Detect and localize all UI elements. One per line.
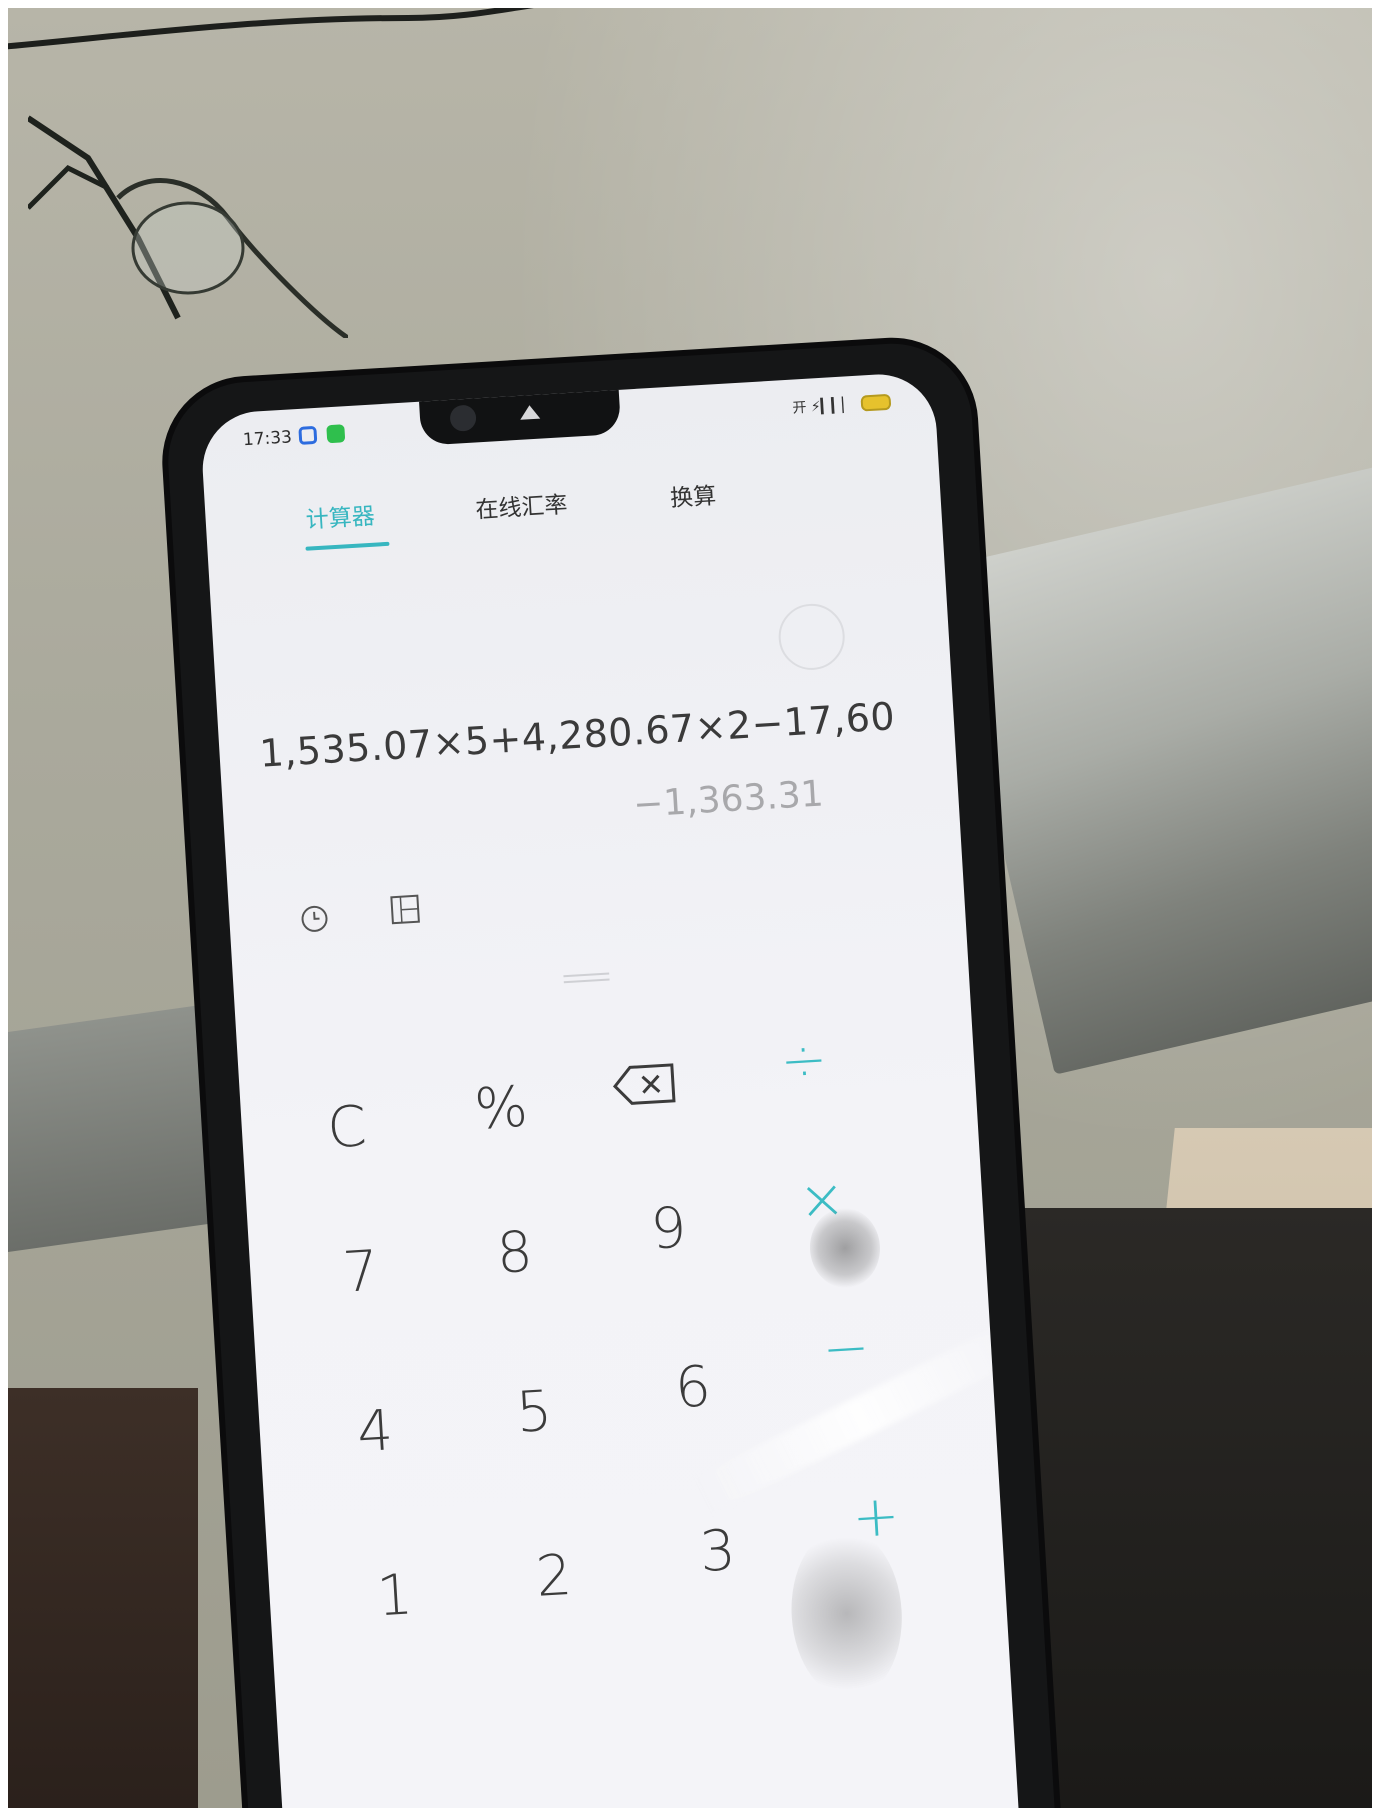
digit-2-button[interactable]: 2 <box>491 1522 617 1629</box>
signal-icon: 开 ⚡▎▎▏ <box>792 397 854 417</box>
expression-display: 1,535.07×5+4,280.67×2−17,60 <box>258 694 897 776</box>
tab-calculator[interactable]: 计算器 <box>305 497 376 535</box>
notch <box>418 385 622 446</box>
cable <box>8 8 534 50</box>
percent-button[interactable]: % <box>438 1055 564 1162</box>
battery-icon <box>860 393 892 412</box>
result-display: −1,363.31 <box>632 773 825 826</box>
smartphone: 17:33 开 ⚡▎▎▏ 计算器 在线汇率 换算 1,535.07×5+4,28… <box>163 339 1057 1808</box>
unit-converter-icon[interactable] <box>388 893 422 927</box>
phone-screen: 17:33 开 ⚡▎▎▏ 计算器 在线汇率 换算 1,535.07×5+4,28… <box>199 371 1021 1808</box>
metal-railing-left <box>8 1003 208 1253</box>
digit-8-button[interactable]: 8 <box>452 1199 578 1306</box>
status-indicators: 开 ⚡▎▎▏ <box>792 392 892 418</box>
drag-handle[interactable] <box>563 971 610 984</box>
photo-scene: 17:33 开 ⚡▎▎▏ 计算器 在线汇率 换算 1,535.07×5+4,28… <box>8 8 1372 1808</box>
hand <box>8 1388 198 1808</box>
active-tab-indicator <box>305 541 390 551</box>
digit-7-button[interactable]: 7 <box>298 1218 424 1325</box>
digit-5-button[interactable]: 5 <box>471 1358 597 1465</box>
proximity-sensor <box>519 404 541 420</box>
backspace-button[interactable] <box>582 1031 708 1138</box>
front-camera <box>449 404 477 432</box>
digit-9-button[interactable]: 9 <box>606 1175 732 1282</box>
shoe-shadow <box>1008 1208 1372 1808</box>
tab-conversion[interactable]: 换算 <box>669 476 717 513</box>
digit-3-button[interactable]: 3 <box>655 1498 781 1605</box>
wechat-notification-icon <box>326 424 346 444</box>
tab-exchange-rate[interactable]: 在线汇率 <box>474 485 568 524</box>
digit-1-button[interactable]: 1 <box>332 1542 458 1649</box>
backspace-icon <box>612 1063 676 1105</box>
floating-ball[interactable] <box>776 601 847 672</box>
clock-icon[interactable] <box>299 903 331 935</box>
digit-4-button[interactable]: 4 <box>312 1378 438 1485</box>
app-notification-icon <box>298 425 318 445</box>
digit-6-button[interactable]: 6 <box>630 1334 756 1441</box>
divide-button[interactable]: ÷ <box>741 1007 867 1114</box>
eyeglasses <box>28 115 348 338</box>
status-time: 17:33 <box>242 427 293 451</box>
clear-button[interactable]: C <box>284 1074 410 1181</box>
